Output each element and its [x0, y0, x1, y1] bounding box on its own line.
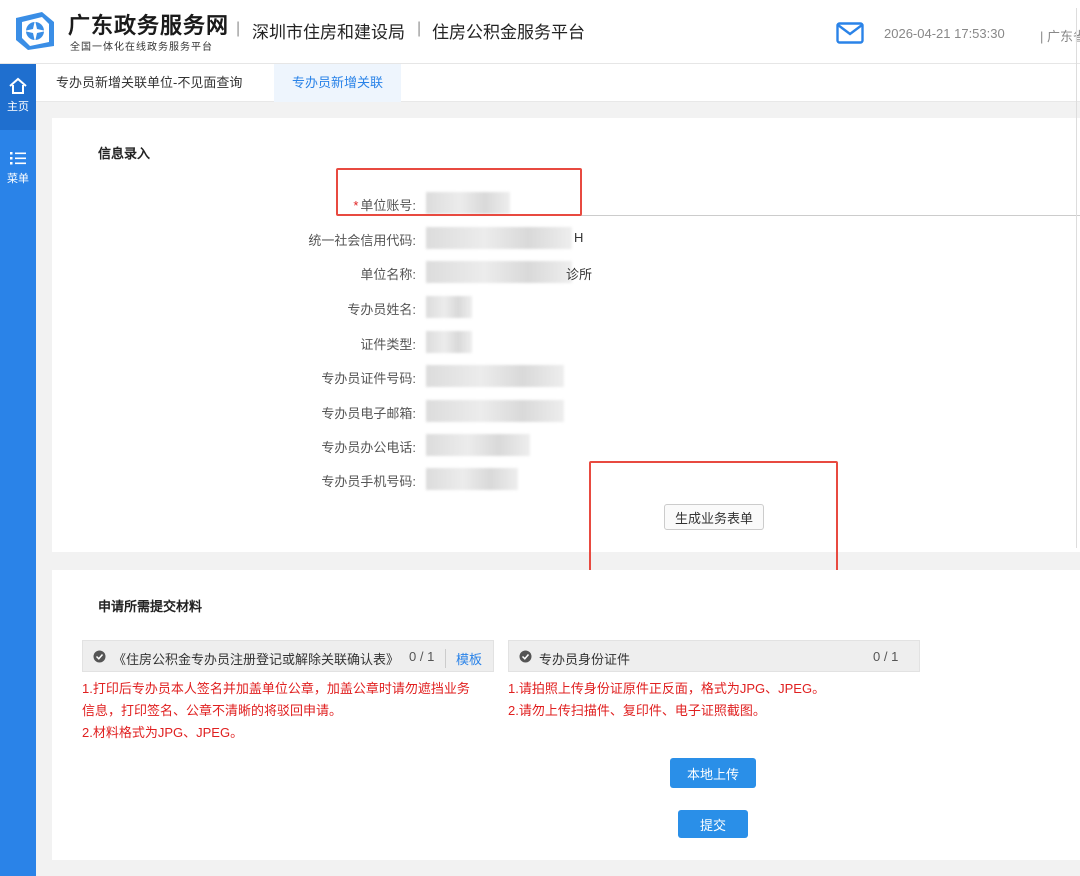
tab-bar: 专办员新增关联单位-不见面查询 专办员新增关联	[36, 64, 1080, 102]
sidebar-menu-label: 菜单	[7, 173, 29, 185]
sidebar-home-label: 主页	[7, 101, 29, 113]
local-upload-button[interactable]: 本地上传	[670, 758, 756, 788]
materials-section-title: 申请所需提交材料	[98, 599, 203, 614]
check-circle-icon	[519, 650, 532, 663]
check-circle-icon	[93, 650, 106, 663]
sidebar-item-menu[interactable]: 菜单	[0, 136, 36, 202]
id-number-value	[426, 365, 564, 387]
material-count: 0 / 1	[409, 649, 435, 664]
platform-name: 住房公积金服务平台	[432, 23, 585, 42]
guangdong-gov-logo-icon	[16, 12, 54, 50]
material-notes-id-document: 1.请拍照上传身份证原件正反面，格式为JPG、JPEG。 2.请勿上传扫描件、复…	[508, 681, 826, 718]
field-label: 证件类型:	[360, 337, 416, 352]
field-credit-code: 统一社会信用代码: H	[52, 227, 1080, 251]
email-value	[426, 400, 564, 422]
submit-button[interactable]: 提交	[678, 810, 748, 838]
info-section-title: 信息录入	[98, 146, 151, 161]
material-notes-confirmation-form: 1.打印后专办员本人签名并加盖单位公章，加盖公章时请勿遮挡业务 信息，打印签名、…	[82, 681, 470, 740]
material-card-confirmation-form: 《住房公积金专办员注册登记或解除关联确认表》 0 / 1 模板	[82, 640, 494, 672]
bureau-name: 深圳市住房和建设局	[252, 23, 405, 42]
highlight-box-unit-account	[336, 168, 582, 216]
materials-panel: 申请所需提交材料 《住房公积金专办员注册登记或解除关联确认表》 0 / 1 模板…	[52, 570, 1080, 860]
region-selector[interactable]: | 广东省	[1040, 26, 1080, 45]
field-label: 专办员手机号码:	[321, 474, 416, 489]
office-phone-value	[426, 434, 530, 456]
vertical-scrollbar[interactable]	[1076, 8, 1080, 548]
field-office-phone: 专办员办公电话:	[52, 434, 1080, 458]
mail-icon[interactable]	[836, 22, 864, 44]
tab-associated-unit-query[interactable]: 专办员新增关联单位-不见面查询	[38, 64, 260, 102]
tab-new-association[interactable]: 专办员新增关联	[274, 64, 402, 102]
top-header: 广东政务服务网 全国一体化在线政务服务平台 | 深圳市住房和建设局 | 住房公积…	[0, 0, 1080, 64]
home-icon	[9, 77, 27, 94]
list-menu-icon	[10, 152, 26, 165]
material-count: 0 / 1	[873, 649, 899, 664]
field-unit-name: 单位名称: 诊所	[52, 261, 1080, 285]
sidebar: 主页 菜单	[0, 64, 36, 876]
field-label: 专办员办公电话:	[321, 440, 416, 455]
header-separator: |	[417, 20, 422, 37]
material-card-id-document: 专办员身份证件 0 / 1	[508, 640, 920, 672]
credit-code-value	[426, 227, 572, 249]
unit-name-value	[426, 261, 572, 283]
field-label: 专办员姓名:	[347, 302, 416, 317]
sidebar-item-home[interactable]: 主页	[0, 64, 36, 130]
material-name: 《住房公积金专办员注册登记或解除关联确认表》	[113, 652, 400, 667]
template-link[interactable]: 模板	[445, 649, 482, 668]
field-email: 专办员电子邮箱:	[52, 400, 1080, 424]
site-title[interactable]: 广东政务服务网	[68, 8, 229, 40]
field-label: 专办员电子邮箱:	[321, 406, 416, 421]
current-datetime: 2026-04-21 17:53:30	[884, 26, 1005, 41]
agent-name-value	[426, 296, 472, 318]
field-label: 专办员证件号码:	[321, 371, 416, 386]
field-id-number: 专办员证件号码:	[52, 365, 1080, 389]
id-type-value	[426, 331, 472, 353]
credit-code-tail: H	[574, 230, 584, 245]
field-label: 统一社会信用代码:	[308, 233, 416, 248]
mobile-value	[426, 468, 518, 490]
field-id-type: 证件类型:	[52, 331, 1080, 355]
unit-name-tail: 诊所	[566, 267, 593, 282]
material-name: 专办员身份证件	[539, 652, 631, 667]
site-subtitle: 全国一体化在线政务服务平台	[70, 42, 213, 53]
field-mobile: 专办员手机号码:	[52, 468, 1080, 492]
header-separator: |	[236, 20, 241, 37]
field-label: 单位名称:	[360, 267, 416, 282]
field-agent-name: 专办员姓名:	[52, 296, 1080, 320]
highlight-box-generate-button	[589, 461, 838, 573]
